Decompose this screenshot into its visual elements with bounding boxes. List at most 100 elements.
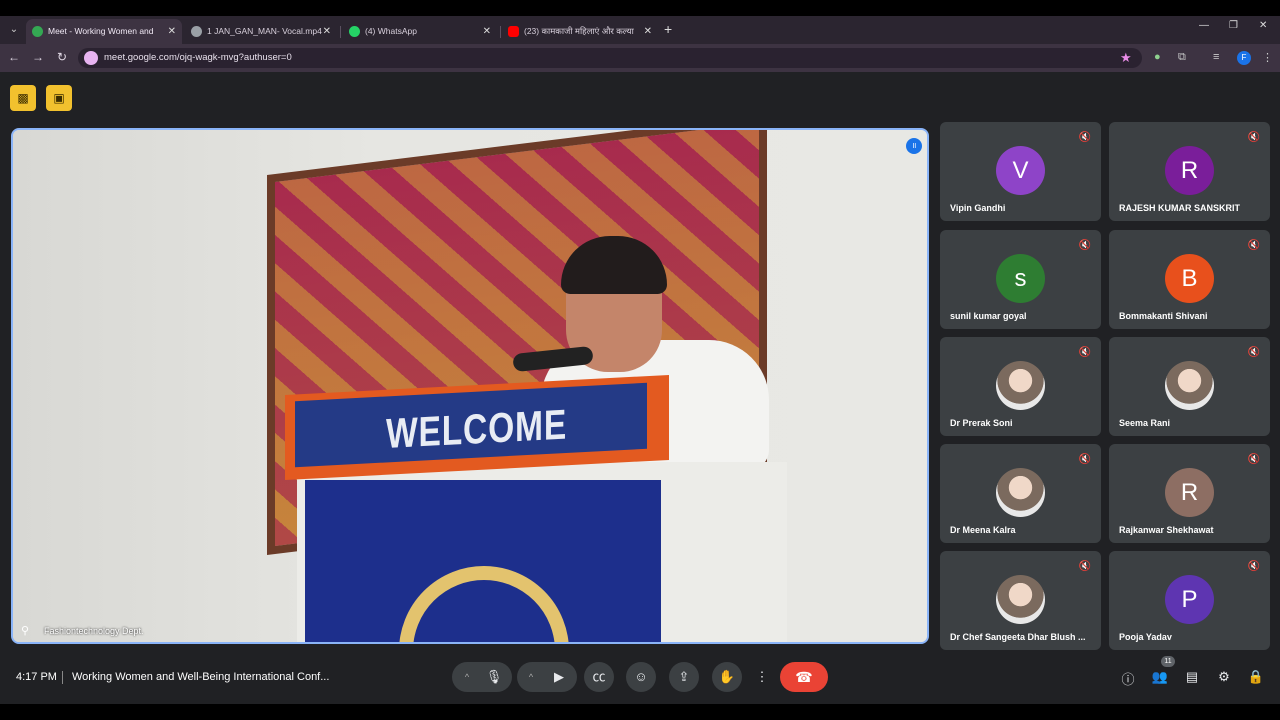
participant-name: Dr Chef Sangeeta Dhar Blush ...	[950, 632, 1086, 642]
restore-icon[interactable]: ❐	[1229, 20, 1238, 31]
presenter-name: Fashiontechnology Dept.	[44, 626, 144, 636]
participant-tile[interactable]: 🔇 R RAJESH KUMAR SANSKRIT	[1109, 122, 1270, 221]
avatar	[996, 361, 1045, 410]
avatar: R	[1165, 468, 1214, 517]
close-tab-icon[interactable]: ✕	[483, 19, 491, 44]
participant-tile[interactable]: 🔇 Dr Chef Sangeeta Dhar Blush ...	[940, 551, 1101, 650]
screen-top-edge	[0, 0, 1280, 16]
participant-tile[interactable]: 🔇 s sunil kumar goyal	[940, 230, 1101, 329]
emoji-reaction-button[interactable]: ☺	[626, 662, 656, 692]
site-info-icon[interactable]	[84, 51, 98, 65]
participant-name: Seema Rani	[1119, 418, 1171, 428]
recording-indicator-icon[interactable]: ▣	[46, 85, 72, 111]
participant-name: Rajkanwar Shekhawat	[1119, 525, 1214, 535]
raise-hand-button[interactable]: ✋	[712, 662, 742, 692]
participant-name: RAJESH KUMAR SANSKRIT	[1119, 203, 1241, 213]
reload-icon[interactable]: ↻	[54, 50, 70, 64]
participant-name: Vipin Gandhi	[950, 203, 1006, 213]
tab-label: 1 JAN_GAN_MAN- Vocal.mp4	[207, 26, 322, 36]
avatar: B	[1165, 254, 1214, 303]
url-text[interactable]: meet.google.com/ojq-wagk-mvg?authuser=0	[104, 52, 292, 63]
tab-divider	[500, 26, 501, 38]
avatar: s	[996, 254, 1045, 303]
muted-mic-icon: 🔇	[1078, 454, 1091, 465]
muted-mic-icon: 🔇	[1247, 347, 1260, 358]
captions-button[interactable]: ㏄	[584, 662, 614, 692]
window-close-icon[interactable]: ✕	[1259, 20, 1267, 31]
clock: 4:17 PM	[16, 671, 57, 683]
avatar	[996, 575, 1045, 624]
muted-mic-icon: 🔇	[1078, 132, 1091, 143]
forward-icon[interactable]: →	[30, 50, 46, 64]
minimize-icon[interactable]: —	[1199, 20, 1209, 31]
profile-avatar[interactable]: F	[1237, 51, 1251, 65]
muted-mic-icon: 🔇	[1247, 454, 1260, 465]
microphone-button[interactable]: 🎙	[479, 662, 509, 692]
participant-name: Pooja Yadav	[1119, 632, 1172, 642]
participant-name: Bommakanti Shivani	[1119, 311, 1208, 321]
presenter-video[interactable]: WELCOME ॥ ⚲ Fashiontechnology Dept.	[11, 128, 929, 644]
close-tab-icon[interactable]: ✕	[168, 19, 176, 44]
muted-mic-icon: 🔇	[1247, 132, 1260, 143]
avatar	[1165, 361, 1214, 410]
speaking-indicator-icon: ॥	[906, 138, 922, 154]
close-tab-icon[interactable]: ✕	[323, 19, 331, 44]
youtube-icon	[508, 26, 519, 37]
new-tab-button[interactable]: +	[664, 21, 672, 37]
pin-icon[interactable]: ⚲	[21, 624, 29, 637]
participant-tile[interactable]: 🔇 Dr Prerak Soni	[940, 337, 1101, 436]
participant-tile[interactable]: 🔇 Dr Meena Kalra	[940, 444, 1101, 543]
muted-mic-icon: 🔇	[1078, 561, 1091, 572]
chat-icon[interactable]: ▤	[1183, 669, 1201, 685]
participant-name: Dr Meena Kalra	[950, 525, 1016, 535]
camera-off-indicator-icon[interactable]: ▩	[10, 85, 36, 111]
extensions-puzzle-icon[interactable]: ⧉	[1178, 51, 1186, 64]
participant-name: Dr Prerak Soni	[950, 418, 1013, 428]
back-icon[interactable]: ←	[6, 50, 22, 64]
whatsapp-icon	[349, 26, 360, 37]
video-options-chevron-icon[interactable]: ^	[521, 662, 541, 692]
meeting-title: Working Women and Well-Being Internation…	[72, 671, 330, 683]
tab-video[interactable]: 1 JAN_GAN_MAN- Vocal.mp4 ✕	[185, 19, 337, 44]
camera-button[interactable]: ▶	[544, 662, 574, 692]
bookmark-star-icon[interactable]: ★	[1120, 50, 1132, 66]
activities-icon[interactable]: ⚙	[1215, 669, 1233, 685]
divider	[62, 671, 63, 684]
participant-count-badge: 11	[1161, 656, 1175, 667]
participant-tile[interactable]: 🔇 V Vipin Gandhi	[940, 122, 1101, 221]
extension-dot-icon[interactable]: ●	[1154, 51, 1161, 63]
muted-mic-icon: 🔇	[1247, 240, 1260, 251]
tab-divider	[340, 26, 341, 38]
globe-icon	[191, 26, 202, 37]
host-controls-lock-icon[interactable]: 🔒	[1247, 669, 1265, 685]
muted-mic-icon: 🔇	[1078, 240, 1091, 251]
avatar: V	[996, 146, 1045, 195]
tab-label: (4) WhatsApp	[365, 26, 417, 36]
muted-mic-icon: 🔇	[1247, 561, 1260, 572]
participant-tile[interactable]: 🔇 Seema Rani	[1109, 337, 1270, 436]
meet-favicon-icon	[32, 26, 43, 37]
more-options-button[interactable]: ⋮	[752, 662, 772, 692]
tab-whatsapp[interactable]: (4) WhatsApp ✕	[343, 19, 497, 44]
participant-tile[interactable]: 🔇 P Pooja Yadav	[1109, 551, 1270, 650]
muted-mic-icon: 🔇	[1078, 347, 1091, 358]
people-icon[interactable]: 👥	[1151, 669, 1169, 685]
tab-label: (23) कामकाजी महिलाएं और कल्या	[524, 26, 634, 36]
audio-options-chevron-icon[interactable]: ^	[457, 662, 477, 692]
tab-youtube[interactable]: (23) कामकाजी महिलाएं और कल्या ✕	[502, 19, 658, 44]
meeting-info-icon[interactable]: ⓘ	[1119, 669, 1137, 688]
participant-name: sunil kumar goyal	[950, 311, 1027, 321]
participant-tile[interactable]: 🔇 R Rajkanwar Shekhawat	[1109, 444, 1270, 543]
tab-meet[interactable]: Meet - Working Women and ✕	[26, 19, 182, 44]
media-control-icon[interactable]: ≡	[1213, 51, 1219, 63]
browser-menu-icon[interactable]: ⋮	[1262, 51, 1273, 64]
participant-tile[interactable]: 🔇 B Bommakanti Shivani	[1109, 230, 1270, 329]
screen-bottom-edge	[0, 704, 1280, 720]
close-tab-icon[interactable]: ✕	[644, 19, 652, 44]
avatar: P	[1165, 575, 1214, 624]
tab-search-icon[interactable]: ⌄	[6, 22, 22, 38]
avatar: R	[1165, 146, 1214, 195]
present-screen-button[interactable]: ⇪	[669, 662, 699, 692]
leave-call-button[interactable]: ☎	[780, 662, 828, 692]
welcome-sign: WELCOME	[386, 400, 568, 457]
